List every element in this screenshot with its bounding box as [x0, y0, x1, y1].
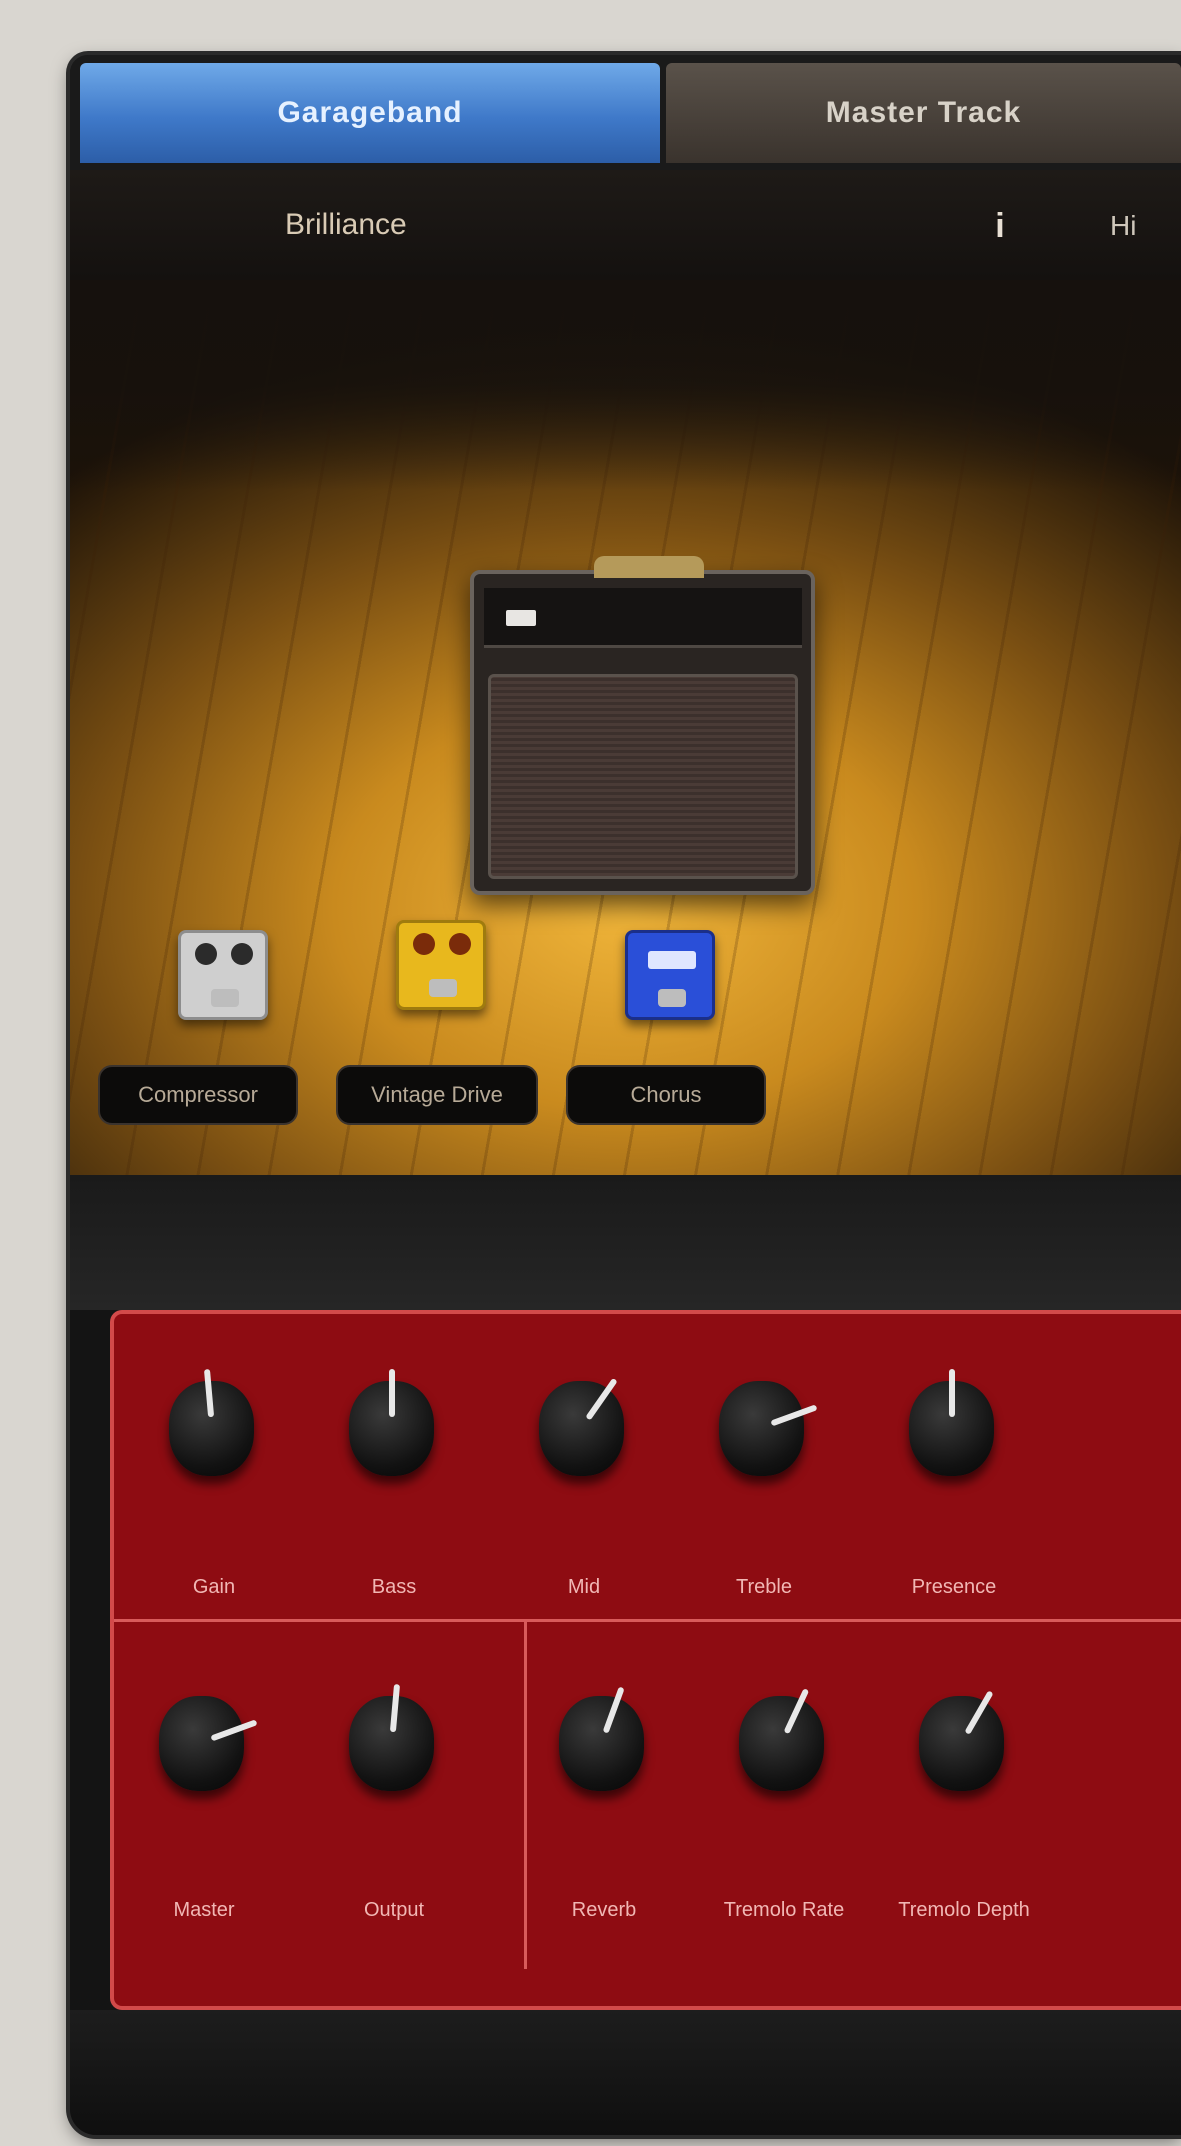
knob-label: Reverb: [571, 1899, 637, 1921]
pedal-knob-icon: [195, 943, 217, 965]
knob-body: [159, 1696, 244, 1791]
knob-body: [739, 1696, 824, 1791]
knob-tremolo-rate[interactable]: [734, 1684, 829, 1804]
amp-control-panel: [484, 588, 802, 648]
knob-label: Tremolo Rate: [723, 1899, 845, 1921]
divider-band: [70, 1175, 1181, 1310]
amp-controls-panel: Gain Bass Mid Treble Presence Master Output Rev…: [110, 1310, 1181, 2010]
knob-presence[interactable]: [904, 1369, 999, 1489]
info-icon[interactable]: i: [985, 206, 1015, 246]
knob-gain[interactable]: [164, 1368, 259, 1489]
knob-body: [539, 1381, 624, 1476]
knob-label: Mid: [567, 1576, 601, 1598]
tab-master-track[interactable]: Master Track: [666, 63, 1181, 163]
knob-body: [919, 1696, 1004, 1791]
compressor-pedal[interactable]: [178, 930, 268, 1020]
bottom-bar: [70, 2010, 1181, 2135]
preset-bar: Brilliance i Hi: [70, 170, 1181, 280]
app-window: Garageband Master Track Brilliance i Hi: [70, 55, 1181, 2135]
chorus-pedal[interactable]: [625, 930, 715, 1020]
pedal-knob-icon: [449, 933, 471, 955]
amplifier[interactable]: [470, 556, 815, 895]
tab-garageband[interactable]: Garageband: [80, 63, 660, 163]
pedal-label-compressor[interactable]: Compressor: [98, 1065, 298, 1125]
knob-reverb[interactable]: [554, 1684, 649, 1804]
vintage-drive-pedal[interactable]: [396, 920, 486, 1010]
footswitch-icon: [211, 989, 239, 1007]
stage-shadow: [70, 280, 1181, 490]
row-divider: [114, 1619, 1181, 1622]
knob-label: Presence: [911, 1576, 997, 1598]
knob-label: Bass: [371, 1576, 417, 1598]
amp-logo: [506, 610, 536, 626]
tab-bar: Garageband Master Track: [70, 55, 1181, 170]
pedal-label-vintage-drive[interactable]: Vintage Drive: [336, 1065, 538, 1125]
knob-body: [719, 1381, 804, 1476]
knob-mid[interactable]: [534, 1369, 629, 1489]
preset-name[interactable]: Brilliance: [285, 208, 407, 242]
knob-label: Gain: [192, 1576, 236, 1598]
pedal-label-chorus[interactable]: Chorus: [566, 1065, 766, 1125]
knob-treble[interactable]: [714, 1369, 818, 1489]
knob-label: Treble: [736, 1576, 792, 1598]
knob-label: Output: [363, 1899, 425, 1921]
preset-extra-label: Hi: [1110, 210, 1137, 241]
knob-master[interactable]: [154, 1684, 258, 1804]
pedal-display: [648, 951, 696, 969]
knob-pointer-icon: [949, 1369, 955, 1417]
amp-speaker-grill: [488, 674, 798, 879]
knob-output[interactable]: [344, 1683, 439, 1804]
knob-label: Tremolo Depth: [898, 1899, 1030, 1921]
amp-handle: [594, 556, 704, 578]
section-divider: [524, 1619, 527, 1969]
knob-pointer-icon: [389, 1369, 395, 1417]
knob-tremolo-depth[interactable]: [914, 1684, 1009, 1804]
footswitch-icon: [429, 979, 457, 997]
pedal-knob-icon: [231, 943, 253, 965]
knob-label: Master: [173, 1899, 235, 1921]
knob-body: [559, 1696, 644, 1791]
pedal-knob-icon: [413, 933, 435, 955]
footswitch-icon: [658, 989, 686, 1007]
knob-bass[interactable]: [344, 1369, 439, 1489]
amp-stage: Compressor Vintage Drive Chorus: [70, 280, 1181, 1175]
